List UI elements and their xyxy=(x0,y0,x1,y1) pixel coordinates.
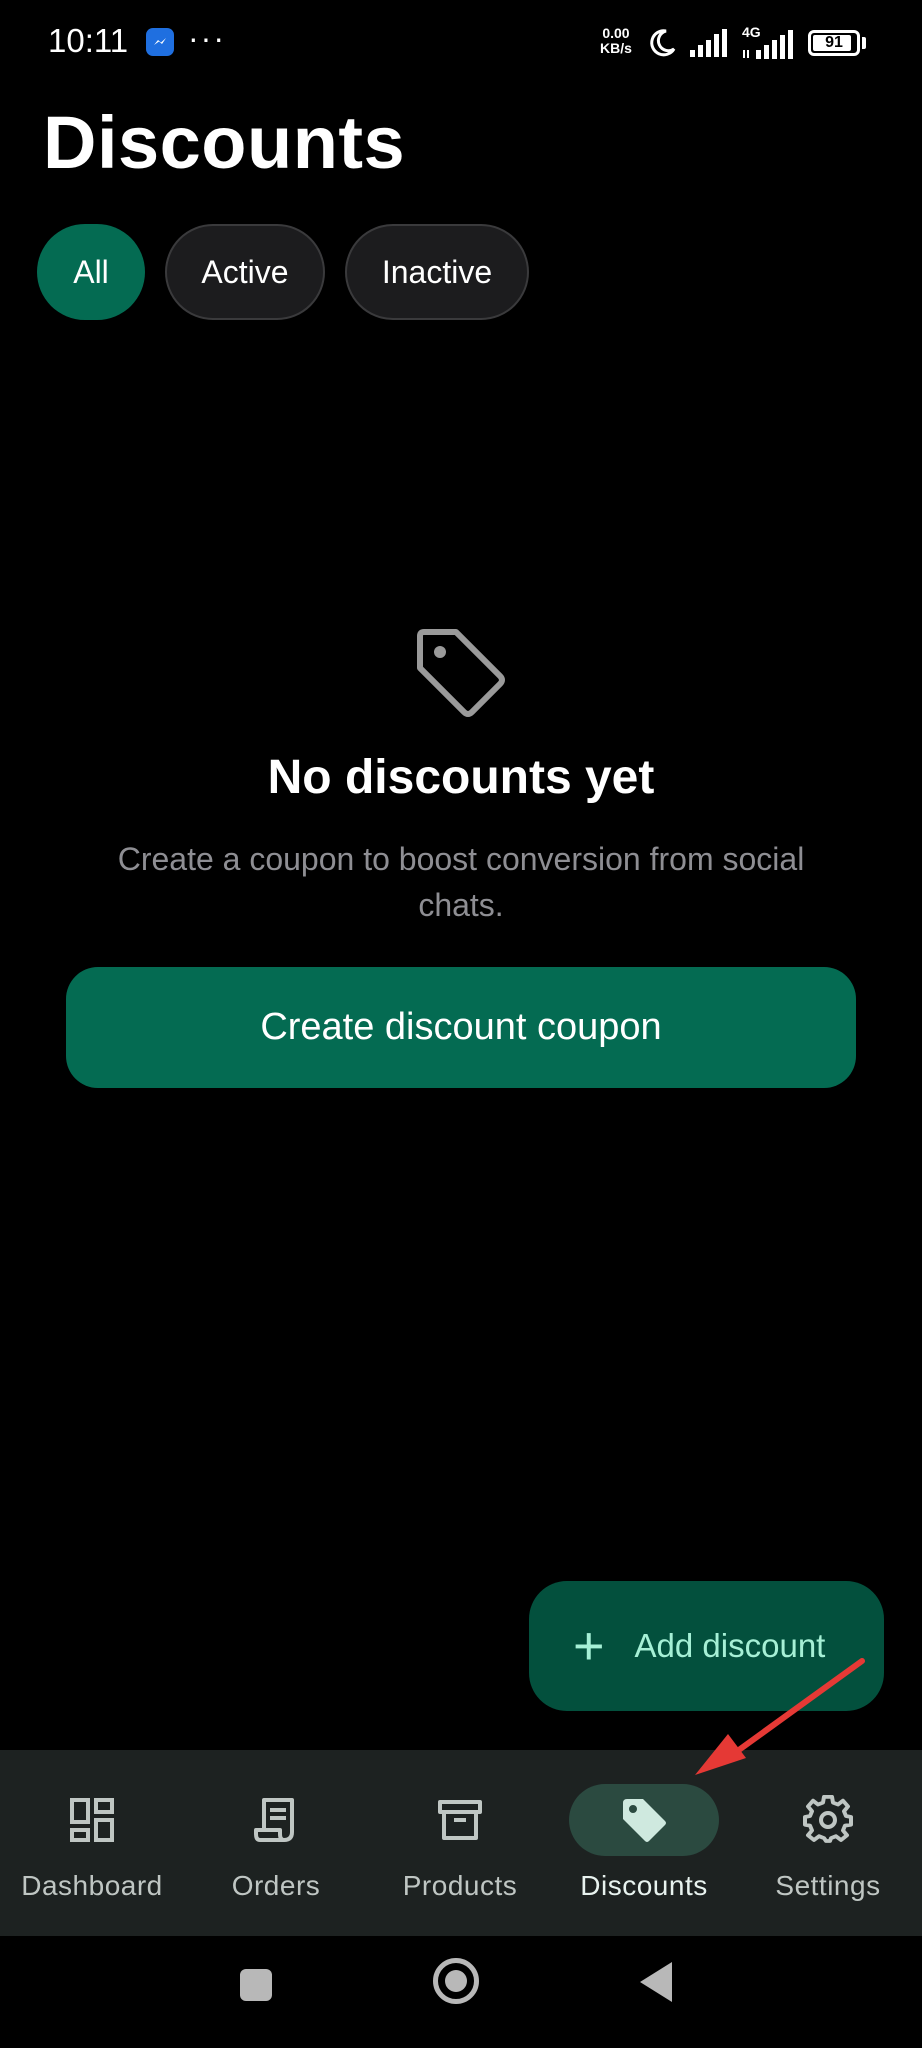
nav-item-settings[interactable]: Settings xyxy=(736,1750,920,1936)
back-button[interactable] xyxy=(640,1962,672,2002)
add-discount-label: Add discount xyxy=(634,1627,826,1664)
nav-icon-container xyxy=(753,1784,903,1856)
status-time: 10:11 xyxy=(48,22,129,59)
net-speed-value: 0.00 xyxy=(602,25,630,41)
nav-label-products: Products xyxy=(402,1870,518,1901)
filter-chip-all[interactable]: All xyxy=(37,224,145,320)
net-speed-unit: KB/s xyxy=(600,40,632,56)
filter-chip-label: Active xyxy=(201,253,289,290)
recent-apps-button[interactable] xyxy=(240,1969,272,2001)
page-title: Discounts xyxy=(43,101,406,184)
net-speed: 0.00 KB/s xyxy=(600,26,632,56)
filter-chip-active[interactable]: Active xyxy=(165,224,325,320)
tag-icon xyxy=(623,1799,666,1842)
nav-icon-container xyxy=(17,1784,167,1856)
filter-chip-inactive[interactable]: Inactive xyxy=(345,224,529,320)
nav-icon-container-selected xyxy=(569,1784,719,1856)
nav-icon-container xyxy=(201,1784,351,1856)
battery-level: 91 xyxy=(825,34,843,51)
create-discount-coupon-button[interactable]: Create discount coupon xyxy=(66,967,856,1088)
nav-item-dashboard[interactable]: Dashboard xyxy=(0,1750,184,1936)
status-bar: 10:11 ··· 0.00 KB/s 4G 91 xyxy=(0,0,922,90)
home-dot xyxy=(445,1970,467,1992)
nav-label-discounts: Discounts xyxy=(580,1870,708,1901)
empty-state-title: No discounts yet xyxy=(267,751,655,804)
add-discount-fab[interactable]: + Add discount xyxy=(529,1581,884,1711)
plus-icon: + xyxy=(573,1616,605,1676)
bottom-navigation: Dashboard Orders Products Discounts Sett… xyxy=(0,1750,922,1936)
do-not-disturb-moon-icon xyxy=(650,29,676,57)
status-icons: 4G 91 xyxy=(646,24,866,60)
nav-item-products[interactable]: Products xyxy=(368,1750,552,1936)
battery-icon: 91 xyxy=(808,30,860,56)
messenger-notification-icon xyxy=(146,28,174,56)
receipt-icon xyxy=(254,1798,294,1842)
dashboard-icon xyxy=(70,1798,114,1842)
nav-label-dashboard: Dashboard xyxy=(21,1870,163,1901)
filter-chip-label: All xyxy=(73,253,109,290)
home-button[interactable] xyxy=(433,1958,479,2004)
archive-box-icon xyxy=(438,1800,482,1840)
nav-item-orders[interactable]: Orders xyxy=(184,1750,368,1936)
battery-tip xyxy=(862,37,866,49)
more-notifications-icon: ··· xyxy=(188,20,226,56)
create-discount-coupon-label: Create discount coupon xyxy=(260,1006,662,1048)
system-navigation-bar xyxy=(0,1936,922,2048)
gear-icon xyxy=(803,1795,853,1843)
nav-label-orders: Orders xyxy=(231,1870,321,1901)
nav-label-settings: Settings xyxy=(775,1870,881,1901)
empty-state-subtitle: Create a coupon to boost conversion from… xyxy=(117,841,805,923)
nav-icon-container xyxy=(385,1784,535,1856)
signal-strength-icon xyxy=(690,29,727,57)
nav-item-discounts[interactable]: Discounts xyxy=(552,1750,736,1936)
tag-icon xyxy=(417,629,505,717)
filter-chip-label: Inactive xyxy=(381,253,493,290)
mobile-data-signal-icon: 4G xyxy=(740,24,798,60)
